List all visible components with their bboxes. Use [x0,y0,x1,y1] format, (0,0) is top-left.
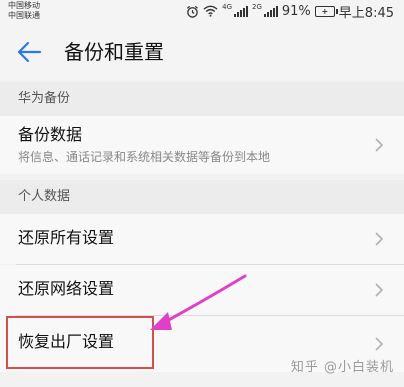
network-type-2: 2G [252,3,262,11]
signal-bars-2-icon [263,5,278,17]
highlight-box [6,316,154,369]
section-header-personal-data: 个人数据 [0,180,404,214]
backup-data-label: 备份数据 [18,125,83,144]
watermark: 知乎 @小白装机 [290,360,394,375]
chevron-right-icon [375,138,384,152]
alarm-icon [187,5,199,18]
wifi-icon [203,5,218,17]
network-type-1: 4G [222,3,232,11]
battery-icon: + [314,5,338,17]
reset-network-settings-label: 还原网络设置 [18,279,115,298]
clock: 早上8:45 [338,5,394,21]
arrow-left-icon[interactable] [14,37,44,67]
reset-network-settings-item[interactable]: 还原网络设置 [0,265,404,315]
section-title: 个人数据 [18,189,71,204]
reset-all-settings-label: 还原所有设置 [18,228,115,247]
page-title: 备份和重置 [64,40,164,64]
title-bar: 备份和重置 [0,24,404,80]
battery-percent: 91% [281,3,311,19]
carrier-2: 中国联通 [8,11,40,20]
section-title: 华为备份 [18,91,71,106]
carrier-1: 中国移动 [8,1,40,10]
status-icons: 4G 2G 91% + 早上8:45 [186,3,394,21]
backup-data-item[interactable]: 备份数据 将信息、通话记录和系统相关数据等备份到本地 [0,116,404,174]
section-header-huawei-backup: 华为备份 [0,82,404,116]
backup-data-description: 将信息、通话记录和系统相关数据等备份到本地 [18,150,271,164]
chevron-right-icon [375,337,384,351]
chevron-right-icon [375,232,384,246]
carrier-labels: 中国移动 中国联通 [8,1,40,21]
signal-bars-1-icon [234,5,248,17]
chevron-right-icon [375,283,384,297]
reset-all-settings-item[interactable]: 还原所有设置 [0,214,404,264]
status-bar: 中国移动 中国联通 4G 2G 91% + 早上8:45 [0,0,404,24]
